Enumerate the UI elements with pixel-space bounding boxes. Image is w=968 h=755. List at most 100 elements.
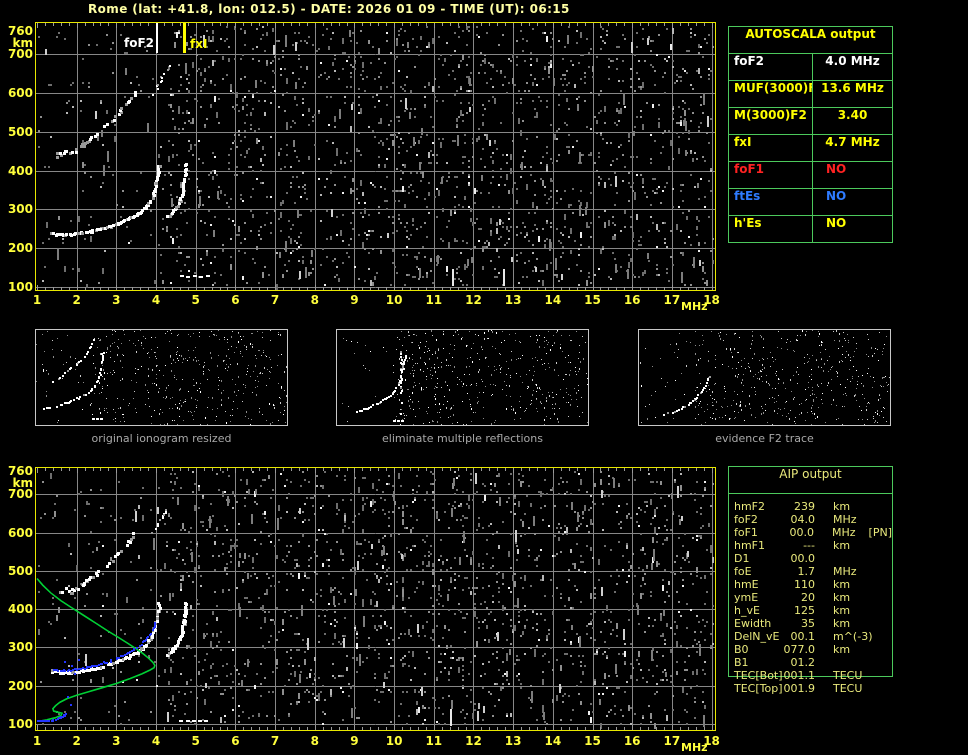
aip-unit: km bbox=[833, 591, 851, 604]
autoscala-screen: Rome (lat: +41.8, lon: 012.5) - DATE: 20… bbox=[0, 0, 968, 755]
aip-value: 239 bbox=[794, 500, 815, 513]
aip-value: 35 bbox=[801, 617, 815, 630]
aip-row-fof1: foF1 00.0 MHz [PN] bbox=[729, 526, 892, 539]
x-tick-label-bottom: 7 bbox=[270, 734, 280, 748]
aip-unit bbox=[815, 656, 864, 669]
row-label: foF1 bbox=[729, 162, 813, 188]
thumbnail-eliminate-canvas bbox=[337, 330, 588, 425]
aip-table-title: AIP output bbox=[729, 467, 892, 494]
aip-rows: hmF2 239 km foF2 04.0 MHz foF1 00.0 MHz [PN] hmF1 -… bbox=[729, 500, 892, 695]
x-tick-label-bottom: 1 bbox=[32, 734, 42, 748]
aip-note bbox=[864, 630, 870, 643]
aip-note bbox=[864, 669, 870, 682]
x-tick-label-bottom: 8 bbox=[310, 734, 319, 748]
x-tick-label-top: 18 bbox=[703, 293, 720, 307]
row-value: NO bbox=[826, 162, 847, 176]
aip-value: 125 bbox=[794, 604, 815, 617]
y-tick-label-bottom: 500 bbox=[7, 563, 33, 578]
thumbnail-original-ionogram bbox=[35, 329, 288, 426]
fxi-marker-label: fxI bbox=[190, 37, 208, 51]
y-tick-label-bottom: 200 bbox=[7, 678, 33, 693]
aip-label: D1 bbox=[734, 552, 750, 565]
aip-row-fof2: foF2 04.0 MHz bbox=[729, 513, 892, 526]
table-row-m3000f2: M(3000)F2 3.40 bbox=[729, 108, 892, 135]
row-value: NO bbox=[826, 216, 847, 230]
y-tick-label-bottom: 600 bbox=[7, 525, 33, 540]
x-tick-label-bottom: 2 bbox=[72, 734, 81, 748]
thumbnail-caption-evidence: evidence F2 trace bbox=[715, 432, 814, 445]
y-tick-label-top: 500 bbox=[7, 124, 33, 139]
aip-row-hmf2: hmF2 239 km bbox=[729, 500, 892, 513]
thumbnail-caption-original: original ionogram resized bbox=[91, 432, 232, 445]
aip-note bbox=[864, 552, 870, 565]
y-tick-label-bottom: 700 bbox=[7, 487, 33, 502]
aip-row-b1: B1 01.2 bbox=[729, 656, 892, 669]
aip-row-b0: B0 077.0 km bbox=[729, 643, 892, 656]
thumbnail-evidence-canvas bbox=[639, 330, 890, 425]
table-row-ftes: ftEs NO bbox=[729, 189, 892, 216]
y-tick-label-top: 700 bbox=[7, 47, 33, 62]
aip-row-hme: hmE 110 km bbox=[729, 578, 892, 591]
aip-label: hmF1 bbox=[734, 539, 766, 552]
row-value: 3.40 bbox=[837, 108, 868, 122]
aip-label: foF1 bbox=[734, 526, 758, 539]
table-row-muf3000f2: MUF(3000)F2 13.6 MHz bbox=[729, 81, 892, 108]
aip-row-ewidth: Ewidth 35 km bbox=[729, 617, 892, 630]
y-tick-label-top: 760 bbox=[7, 23, 33, 38]
aip-row-h-ve: h_vE 125 km bbox=[729, 604, 892, 617]
y-tick-label-top: 600 bbox=[7, 86, 33, 100]
x-tick-label-top: 5 bbox=[191, 293, 200, 307]
x-tick-label-top: 6 bbox=[231, 293, 240, 307]
x-tick-label-top: 3 bbox=[112, 293, 121, 307]
aip-label: ymE bbox=[734, 591, 759, 604]
table-row-fof1: foF1 NO bbox=[729, 162, 892, 189]
aip-unit: MHz bbox=[833, 513, 857, 526]
y-tick-label-bottom: 400 bbox=[7, 602, 33, 617]
x-tick-label-top: 15 bbox=[584, 293, 601, 307]
row-value: 4.0 MHz bbox=[825, 54, 880, 68]
aip-row-yme: ymE 20 km bbox=[729, 591, 892, 604]
aip-row-foe: foE 1.7 MHz bbox=[729, 565, 892, 578]
aip-label: foE bbox=[734, 565, 752, 578]
aip-value: 00.0 bbox=[790, 552, 816, 565]
x-tick-label-bottom: 10 bbox=[385, 734, 403, 748]
aip-note bbox=[864, 578, 870, 591]
x-tick-label-bottom: 3 bbox=[112, 734, 121, 748]
aip-unit: km bbox=[833, 500, 851, 513]
aip-label: h_vE bbox=[734, 604, 760, 617]
row-label: M(3000)F2 bbox=[729, 108, 813, 134]
aip-row-hmf1: hmF1 --- km bbox=[729, 539, 892, 552]
aip-unit: MHz bbox=[831, 526, 856, 539]
x-tick-label-bottom: 18 bbox=[703, 734, 720, 748]
aip-value: 001.9 bbox=[783, 682, 816, 695]
aip-note bbox=[864, 513, 870, 526]
top-ionogram-plot: foF2 fxI bbox=[35, 22, 716, 291]
table-row-fof2: foF2 4.0 MHz bbox=[729, 54, 892, 81]
row-label: foF2 bbox=[729, 54, 813, 80]
row-label: ftEs bbox=[729, 189, 813, 215]
x-tick-label-top: 8 bbox=[310, 293, 319, 307]
aip-row-tec-top-: TEC[Top] 001.9 TECU bbox=[729, 682, 892, 695]
y-tick-label-top: 300 bbox=[7, 202, 33, 217]
thumbnail-caption-eliminate: eliminate multiple reflections bbox=[382, 432, 543, 445]
aip-label: TEC[Top] bbox=[734, 682, 783, 695]
x-tick-label-top: 4 bbox=[151, 293, 161, 307]
aip-note bbox=[864, 591, 870, 604]
aip-note bbox=[864, 656, 870, 669]
x-tick-label-top: 13 bbox=[504, 293, 522, 307]
row-value: 4.7 MHz bbox=[825, 135, 880, 149]
x-tick-label-bottom: 14 bbox=[544, 734, 562, 748]
aip-unit: MHz bbox=[833, 565, 857, 578]
aip-value: 00.1 bbox=[790, 630, 816, 643]
x-tick-label-top: 1 bbox=[32, 293, 42, 307]
x-tick-label-bottom: 12 bbox=[465, 734, 482, 748]
row-value: NO bbox=[826, 189, 847, 203]
aip-unit: TECU bbox=[833, 669, 863, 682]
aip-value: 00.0 bbox=[789, 526, 814, 539]
y-tick-label-top: 400 bbox=[7, 163, 33, 178]
aip-note bbox=[864, 500, 870, 513]
aip-unit: km bbox=[833, 578, 851, 591]
aip-note bbox=[864, 643, 870, 656]
y-tick-label-bottom: 760 bbox=[7, 464, 33, 479]
bottom-ionogram-canvas bbox=[35, 467, 716, 731]
